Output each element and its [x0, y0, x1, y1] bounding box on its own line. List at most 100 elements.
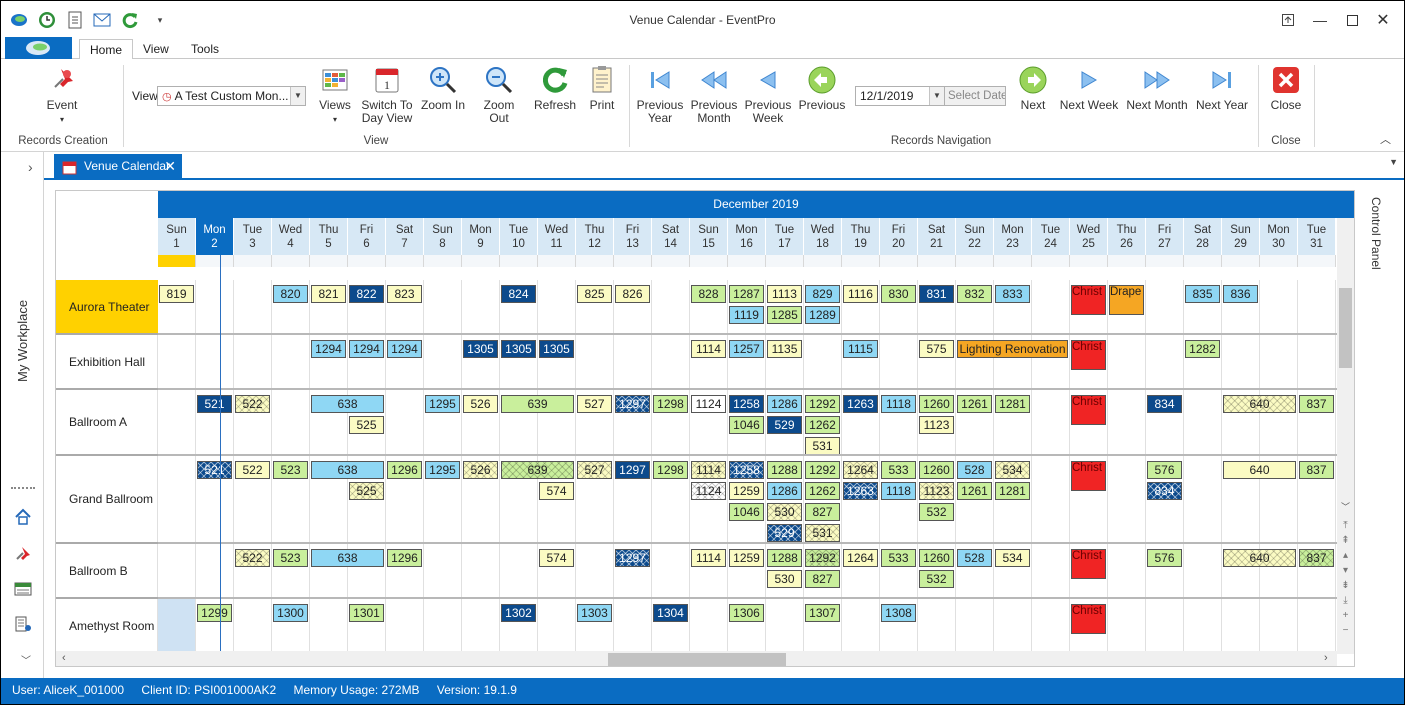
- booking-block[interactable]: 1260: [919, 395, 954, 413]
- booking-block[interactable]: 1305: [501, 340, 536, 358]
- booking-block[interactable]: 834: [1147, 395, 1182, 413]
- close-tab-icon[interactable]: ✕: [164, 154, 176, 179]
- day-header[interactable]: Tue 10: [500, 218, 538, 255]
- tab-venue-calendar[interactable]: Venue Calendar ✕: [54, 154, 182, 180]
- booking-block[interactable]: 1123: [919, 416, 954, 434]
- booking-block[interactable]: 1124: [691, 482, 726, 500]
- booking-block[interactable]: 1296: [387, 549, 422, 567]
- refresh-button[interactable]: Refresh: [533, 65, 577, 112]
- booking-block[interactable]: 526: [463, 461, 498, 479]
- booking-block[interactable]: 1292: [805, 395, 840, 413]
- booking-block[interactable]: 523: [273, 461, 308, 479]
- date-picker[interactable]: 12/1/2019 ▼: [855, 86, 945, 106]
- booking-block[interactable]: 525: [349, 482, 384, 500]
- horizontal-scroll-thumb[interactable]: [608, 653, 786, 666]
- booking-block[interactable]: 1113: [767, 285, 802, 303]
- booking-block[interactable]: 1287: [729, 285, 764, 303]
- booking-block[interactable]: 1297: [615, 461, 650, 479]
- booking-block[interactable]: 1288: [767, 461, 802, 479]
- booking-block[interactable]: 1286: [767, 395, 802, 413]
- booking-block[interactable]: 836: [1223, 285, 1258, 303]
- day-header[interactable]: Tue 24: [1032, 218, 1070, 255]
- booking-block[interactable]: Christ Day: [1071, 395, 1106, 425]
- next-month-button[interactable]: Next Month: [1125, 65, 1189, 112]
- next-year-button[interactable]: Next Year: [1195, 65, 1249, 112]
- booking-block[interactable]: 638: [311, 395, 384, 413]
- tab-home[interactable]: Home: [79, 39, 134, 60]
- day-header[interactable]: Tue 17: [766, 218, 804, 255]
- booking-block[interactable]: 1262: [805, 482, 840, 500]
- day-header[interactable]: Sat 7: [386, 218, 424, 255]
- booking-block[interactable]: 1289: [805, 306, 840, 324]
- booking-block[interactable]: 1297: [615, 395, 650, 413]
- booking-block[interactable]: 533: [881, 549, 916, 567]
- booking-block[interactable]: Christ Day: [1071, 461, 1106, 491]
- booking-block[interactable]: 1305: [463, 340, 498, 358]
- booking-block[interactable]: 819: [159, 285, 194, 303]
- booking-block[interactable]: 832: [957, 285, 992, 303]
- day-header[interactable]: Fri 13: [614, 218, 652, 255]
- booking-block[interactable]: 1259: [729, 482, 764, 500]
- booking-block[interactable]: 1295: [425, 395, 460, 413]
- tab-tools[interactable]: Tools: [181, 39, 229, 60]
- booking-block[interactable]: Drape Clean: [1109, 285, 1144, 315]
- previous-year-button[interactable]: Previous Year: [635, 65, 685, 125]
- booking-block[interactable]: Christ Day: [1071, 340, 1106, 370]
- control-panel-toggle[interactable]: Control Panel: [1363, 197, 1383, 277]
- booking-block[interactable]: 531: [805, 524, 840, 542]
- booking-block[interactable]: 827: [805, 503, 840, 521]
- booking-block[interactable]: 534: [995, 549, 1030, 567]
- day-header[interactable]: Sun 22: [956, 218, 994, 255]
- room-label[interactable]: Ballroom B: [56, 544, 158, 599]
- booking-block[interactable]: 1260: [919, 549, 954, 567]
- restore-ribbon-icon[interactable]: [1272, 7, 1304, 33]
- booking-block[interactable]: 530: [767, 503, 802, 521]
- horizontal-scrollbar[interactable]: ‹ ›: [56, 651, 1337, 666]
- booking-block[interactable]: 521: [197, 461, 232, 479]
- booking-block[interactable]: 529: [767, 524, 802, 542]
- booking-block[interactable]: 826: [615, 285, 650, 303]
- room-label[interactable]: Ballroom A: [56, 390, 158, 456]
- minimize-icon[interactable]: —: [1304, 7, 1336, 33]
- previous-week-button[interactable]: Previous Week: [743, 65, 793, 125]
- booking-block[interactable]: Christ Day: [1071, 604, 1106, 634]
- booking-block[interactable]: 1282: [1185, 340, 1220, 358]
- scroll-step-icons[interactable]: ⤒ ⇞ ▴ ▾ ⇟ ⤓ + −: [1340, 518, 1351, 638]
- event-button[interactable]: Event ▾: [39, 65, 85, 126]
- booking-block[interactable]: 523: [273, 549, 308, 567]
- booking-block[interactable]: 1294: [349, 340, 384, 358]
- chevron-down-icon[interactable]: ▼: [929, 87, 944, 105]
- booking-block[interactable]: 824: [501, 285, 536, 303]
- booking-block[interactable]: 1294: [387, 340, 422, 358]
- booking-block[interactable]: 1288: [767, 549, 802, 567]
- booking-block[interactable]: 532: [919, 503, 954, 521]
- booking-block[interactable]: 533: [881, 461, 916, 479]
- booking-block[interactable]: 823: [387, 285, 422, 303]
- booking-block[interactable]: 1046: [729, 503, 764, 521]
- booking-block[interactable]: 1262: [805, 416, 840, 434]
- views-button[interactable]: Views ▾: [315, 65, 355, 126]
- booking-block[interactable]: 822: [349, 285, 384, 303]
- scroll-down-icon[interactable]: ﹀: [1341, 500, 1350, 513]
- home-icon[interactable]: [14, 508, 32, 529]
- booking-block[interactable]: 837: [1299, 395, 1334, 413]
- booking-block[interactable]: 576: [1147, 461, 1182, 479]
- booking-block[interactable]: 638: [311, 549, 384, 567]
- booking-block[interactable]: 827: [805, 570, 840, 588]
- day-header[interactable]: Mon 9: [462, 218, 500, 255]
- booking-block[interactable]: 828: [691, 285, 726, 303]
- day-header[interactable]: Wed 11: [538, 218, 576, 255]
- my-workplace-label[interactable]: My Workplace: [15, 292, 31, 382]
- day-header[interactable]: Sun 15: [690, 218, 728, 255]
- booking-block[interactable]: 1297: [615, 549, 650, 567]
- room-label[interactable]: Aurora Theater: [56, 280, 158, 335]
- day-header[interactable]: Sun 8: [424, 218, 462, 255]
- close-button[interactable]: Close: [1267, 65, 1305, 112]
- booking-block[interactable]: 835: [1185, 285, 1220, 303]
- booking-block[interactable]: 1258: [729, 395, 764, 413]
- booking-block[interactable]: 638: [311, 461, 384, 479]
- booking-block[interactable]: 527: [577, 461, 612, 479]
- tab-list-dropdown-icon[interactable]: ▼: [1389, 157, 1398, 167]
- booking-block[interactable]: 831: [919, 285, 954, 303]
- vertical-scrollbar[interactable]: ﹀ ⤒ ⇞ ▴ ▾ ⇟ ⤓ + −: [1337, 218, 1354, 654]
